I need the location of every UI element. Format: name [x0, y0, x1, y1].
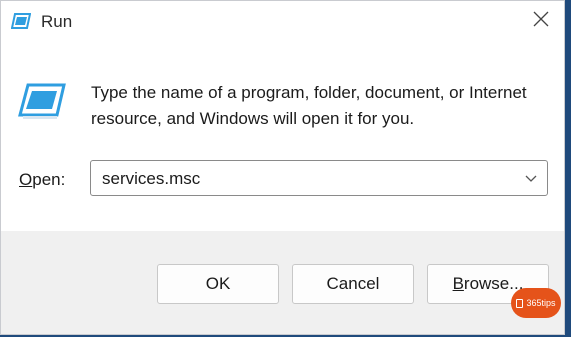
dialog-body: Type the name of a program, folder, docu… [1, 43, 564, 231]
title-bar[interactable]: Run [1, 1, 564, 43]
open-label: Open: [19, 170, 66, 189]
close-button[interactable] [518, 1, 564, 41]
cancel-button[interactable]: Cancel [292, 264, 414, 304]
run-program-icon [17, 81, 67, 121]
dialog-description: Type the name of a program, folder, docu… [91, 83, 527, 128]
open-input[interactable]: services.msc [102, 169, 200, 189]
ok-button[interactable]: OK [157, 264, 279, 304]
window-title: Run [41, 12, 73, 31]
run-dialog: Run Type the name of a program, folder, … [0, 0, 565, 335]
watermark-text: 365tips [526, 298, 556, 308]
watermark-badge: 365tips [511, 288, 561, 318]
office-logo-icon [516, 298, 524, 308]
button-bar: OK Cancel Browse... [1, 231, 564, 334]
chevron-down-icon[interactable] [523, 170, 539, 186]
open-combobox[interactable]: services.msc [90, 160, 548, 196]
close-icon [533, 11, 549, 32]
run-icon [10, 12, 32, 30]
